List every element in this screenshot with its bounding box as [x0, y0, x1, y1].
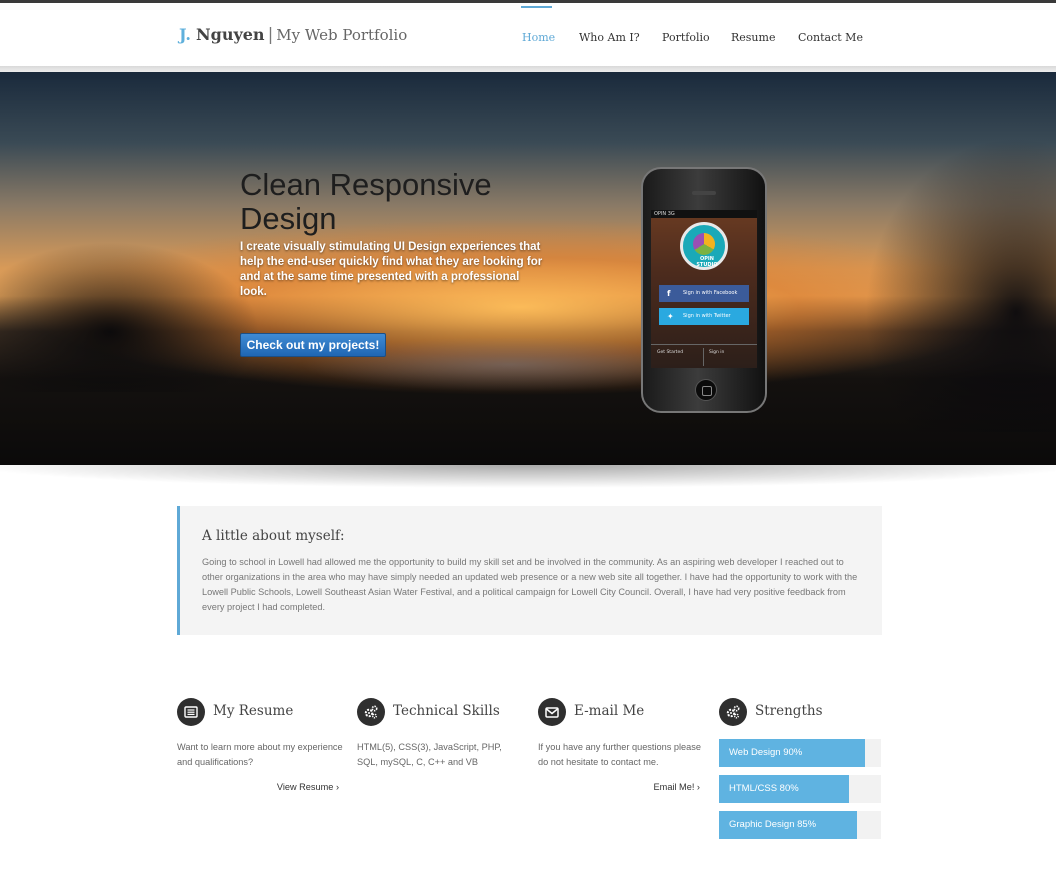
nav-home[interactable]: Home	[522, 31, 555, 44]
hero-text: I create visually stimulating UI Design …	[240, 241, 543, 298]
resume-title: My Resume	[213, 703, 294, 719]
check-projects-button[interactable]: Check out my projects!	[240, 333, 386, 357]
gears-icon	[357, 698, 385, 726]
opin-studio-logo: OPIN STUDIO	[680, 222, 728, 270]
phone-footer: Get Started Sign in	[651, 344, 757, 368]
hero-background-shape	[860, 132, 1056, 432]
about-body: Going to school in Lowell had allowed me…	[202, 557, 858, 612]
nav-who-am-i[interactable]: Who Am I?	[579, 31, 640, 44]
hero-background-shape	[0, 242, 260, 392]
strength-bar: Web Design 90%	[719, 739, 881, 767]
envelope-icon	[538, 698, 566, 726]
strength-bar: Graphic Design 85%	[719, 811, 881, 839]
site-logo[interactable]: J. Nguyen | My Web Portfolio	[179, 25, 407, 45]
phone-status-bar: OPIN 3G	[651, 210, 757, 218]
logo-initial: J.	[179, 25, 191, 44]
strengths-title: Strengths	[755, 703, 823, 719]
facebook-icon: f	[667, 289, 671, 298]
phone-get-started: Get Started	[657, 350, 684, 355]
list-icon	[177, 698, 205, 726]
phone-facebook-button: f Sign in with Facebook	[659, 285, 749, 302]
about-title: A little about myself:	[202, 528, 345, 544]
nav-resume[interactable]: Resume	[731, 31, 775, 44]
phone-mockup: OPIN 3G OPIN STUDIO f Sign in with Faceb…	[641, 167, 767, 413]
phone-twitter-label: Sign in with Twitter	[683, 313, 731, 319]
email-desc: If you have any further questions please…	[538, 742, 701, 767]
nav-active-indicator	[521, 6, 552, 8]
site-header: J. Nguyen | My Web Portfolio Home Who Am I…	[0, 3, 1056, 67]
strength-bar-label: Web Design 90%	[729, 747, 803, 758]
logo-text: OPIN STUDIO	[696, 256, 718, 268]
email-me-link[interactable]: Email Me! ›	[654, 782, 700, 792]
email-title: E-mail Me	[574, 703, 645, 719]
skills-desc: HTML(5), CSS(3), JavaScript, PHP, SQL, m…	[357, 742, 502, 767]
nav-contact-me[interactable]: Contact Me	[798, 31, 863, 44]
hero-banner: Clean Responsive Design I create visuall…	[0, 72, 1056, 465]
gears-icon	[719, 698, 747, 726]
skills-title: Technical Skills	[393, 703, 500, 719]
phone-home-button	[695, 379, 717, 401]
about-section: A little about myself: Going to school i…	[177, 506, 882, 635]
strength-bar-label: Graphic Design 85%	[729, 819, 817, 830]
logo-name: Nguyen	[196, 25, 265, 44]
phone-sign-in: Sign in	[709, 350, 725, 355]
resume-desc: Want to learn more about my experience a…	[177, 742, 343, 767]
hero-title: Clean Responsive Design	[240, 167, 492, 236]
strength-bar: HTML/CSS 80%	[719, 775, 881, 803]
view-resume-link[interactable]: View Resume ›	[277, 782, 339, 792]
phone-footer-divider	[703, 348, 704, 366]
logo-tagline: My Web Portfolio	[276, 26, 408, 44]
phone-speaker	[692, 191, 716, 195]
strength-bar-label: HTML/CSS 80%	[729, 783, 799, 794]
phone-facebook-label: Sign in with Facebook	[683, 290, 738, 296]
logo-cube-icon	[693, 233, 715, 255]
strength-bars: Web Design 90% HTML/CSS 80% Graphic Desi…	[719, 739, 881, 847]
logo-separator: |	[267, 25, 274, 45]
twitter-icon: ✦	[667, 312, 674, 321]
hero-shadow	[0, 464, 1056, 496]
nav-portfolio[interactable]: Portfolio	[662, 31, 710, 44]
phone-screen: OPIN 3G OPIN STUDIO f Sign in with Faceb…	[651, 210, 757, 368]
phone-twitter-button: ✦ Sign in with Twitter	[659, 308, 749, 325]
